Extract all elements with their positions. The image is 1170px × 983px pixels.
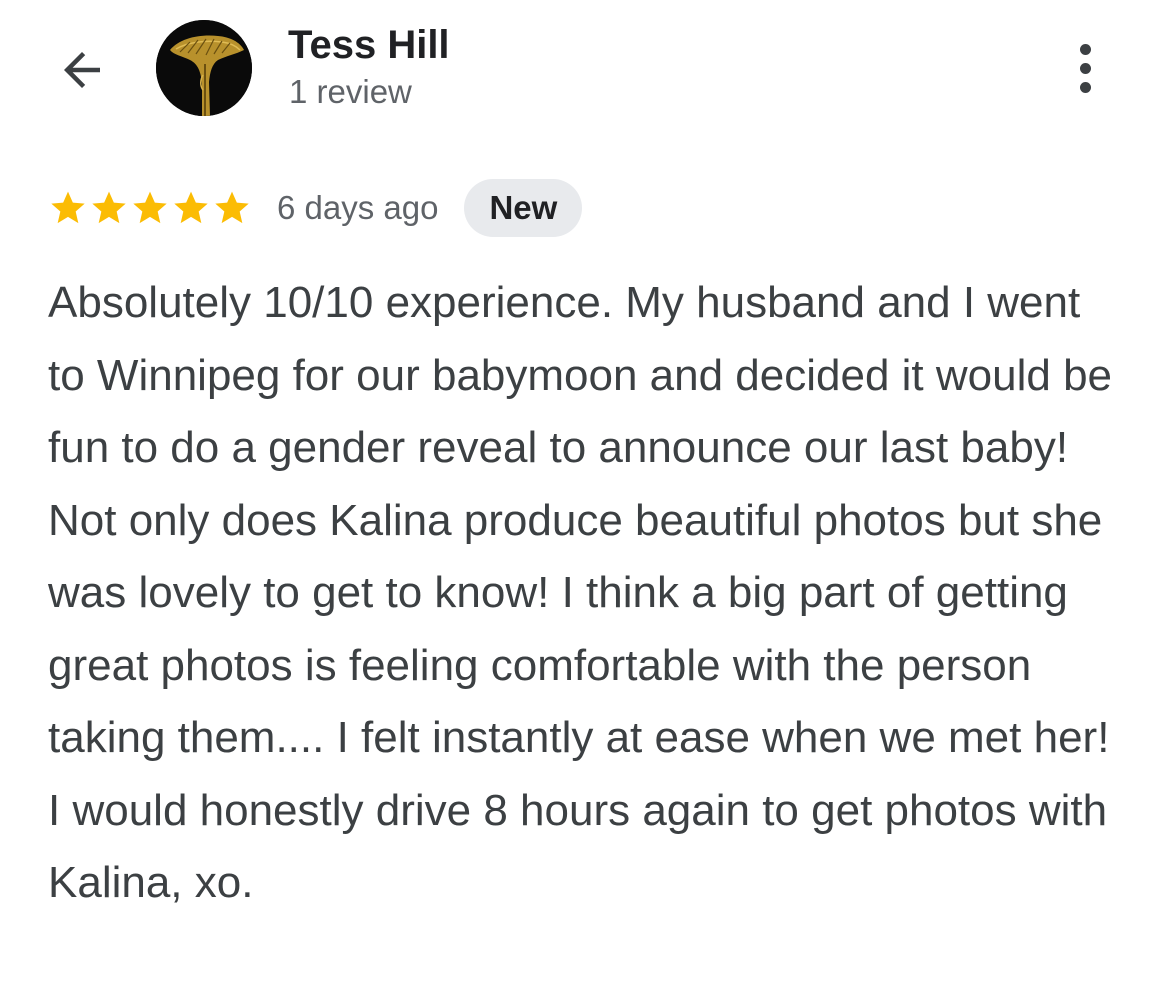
more-options-button[interactable]: [1060, 36, 1110, 100]
back-button[interactable]: [50, 38, 114, 102]
star-icon: [174, 191, 208, 224]
avatar[interactable]: [156, 20, 252, 116]
review-count: 1 review: [289, 73, 412, 110]
star-icon: [92, 191, 126, 224]
review-text: Absolutely 10/10 experience. My husband …: [48, 278, 1113, 907]
star-icon: [51, 191, 85, 224]
more-vertical-icon-dot: [1079, 62, 1091, 74]
star-rating: [48, 188, 253, 228]
more-vertical-icon-dot: [1079, 81, 1091, 93]
avatar-image: [156, 20, 252, 116]
more-vertical-icon: [1079, 43, 1091, 55]
review-meta: 6 days ago New: [48, 178, 583, 238]
new-badge: New: [464, 179, 583, 237]
review-header: Tess Hill 1 review: [0, 0, 1170, 140]
reviewer-name[interactable]: Tess Hill: [288, 22, 450, 68]
star-icon: [133, 191, 167, 224]
star-icon: [215, 191, 249, 224]
review-date: 6 days ago: [277, 189, 439, 226]
arrow-left-icon: [64, 52, 100, 88]
